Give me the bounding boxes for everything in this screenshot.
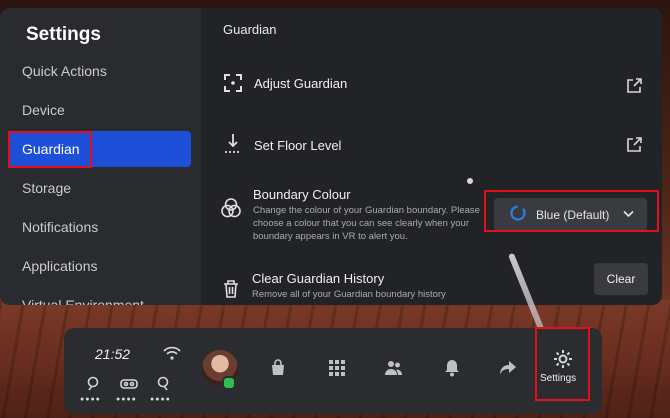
status-dots: ●●●●: [80, 396, 101, 403]
external-link-icon[interactable]: [625, 77, 643, 95]
wifi-icon[interactable]: [162, 345, 182, 361]
sidebar-item-label: Notifications: [22, 219, 99, 235]
settings-panel: Settings Quick Actions Device Guardian S…: [0, 8, 662, 305]
sidebar-item-quick-actions[interactable]: Quick Actions: [8, 53, 191, 89]
status-dots: ●●●●: [116, 396, 137, 403]
share-icon[interactable]: [498, 358, 518, 378]
clear-history-label: Clear Guardian History: [252, 271, 385, 286]
sidebar-item-label: Storage: [22, 180, 72, 196]
sidebar-item-virtual-environment[interactable]: Virtual Environment: [8, 287, 191, 305]
highlight-guardian-tab: [8, 131, 92, 168]
sidebar-item-storage[interactable]: Storage: [8, 170, 191, 206]
clock: 21:52: [95, 346, 131, 362]
scroll-indicator: [467, 178, 473, 184]
sidebar-item-label: Virtual Environment: [22, 297, 144, 305]
set-floor-level-label: Set Floor Level: [254, 138, 342, 153]
people-icon[interactable]: [384, 358, 404, 378]
trash-icon: [220, 278, 242, 300]
clear-history-description: Remove all of your Guardian boundary his…: [252, 289, 446, 300]
clear-history-button[interactable]: Clear: [594, 263, 648, 295]
boundary-colour-description: Change the colour of your Guardian bound…: [253, 205, 480, 242]
bell-icon[interactable]: [442, 358, 462, 378]
sidebar-item-device[interactable]: Device: [8, 92, 191, 128]
floor-level-icon: [222, 133, 244, 155]
online-status-indicator: [222, 376, 236, 390]
status-dots: ●●●●: [150, 396, 171, 403]
sidebar-item-label: Quick Actions: [22, 63, 107, 79]
passthrough-icon[interactable]: [119, 375, 139, 393]
sidebar-item-label: Device: [22, 102, 65, 118]
adjust-guardian-label: Adjust Guardian: [254, 76, 348, 91]
apps-grid-icon[interactable]: [327, 358, 347, 378]
controller-icon[interactable]: [154, 375, 172, 393]
highlight-colour-dropdown: [484, 190, 659, 232]
page-title: Guardian: [223, 22, 277, 37]
universal-menu-taskbar: 21:52 ●●●● ●●●● ●●●● Settings: [64, 328, 602, 414]
boundary-colour-label: Boundary Colour: [253, 187, 351, 202]
colour-circles-icon: [220, 197, 242, 219]
sidebar-item-applications[interactable]: Applications: [8, 248, 191, 284]
guardian-settings-content: Guardian Adjust Guardian Set Floor Level: [201, 8, 662, 305]
sidebar-item-notifications[interactable]: Notifications: [8, 209, 191, 245]
guardian-icon[interactable]: [84, 375, 102, 393]
store-bag-icon[interactable]: [268, 358, 288, 378]
guardian-corners-icon: [222, 72, 244, 94]
external-link-icon[interactable]: [625, 136, 643, 154]
sidebar-title: Settings: [26, 24, 101, 45]
sidebar-item-label: Applications: [22, 258, 98, 274]
highlight-settings-app: [535, 327, 590, 401]
